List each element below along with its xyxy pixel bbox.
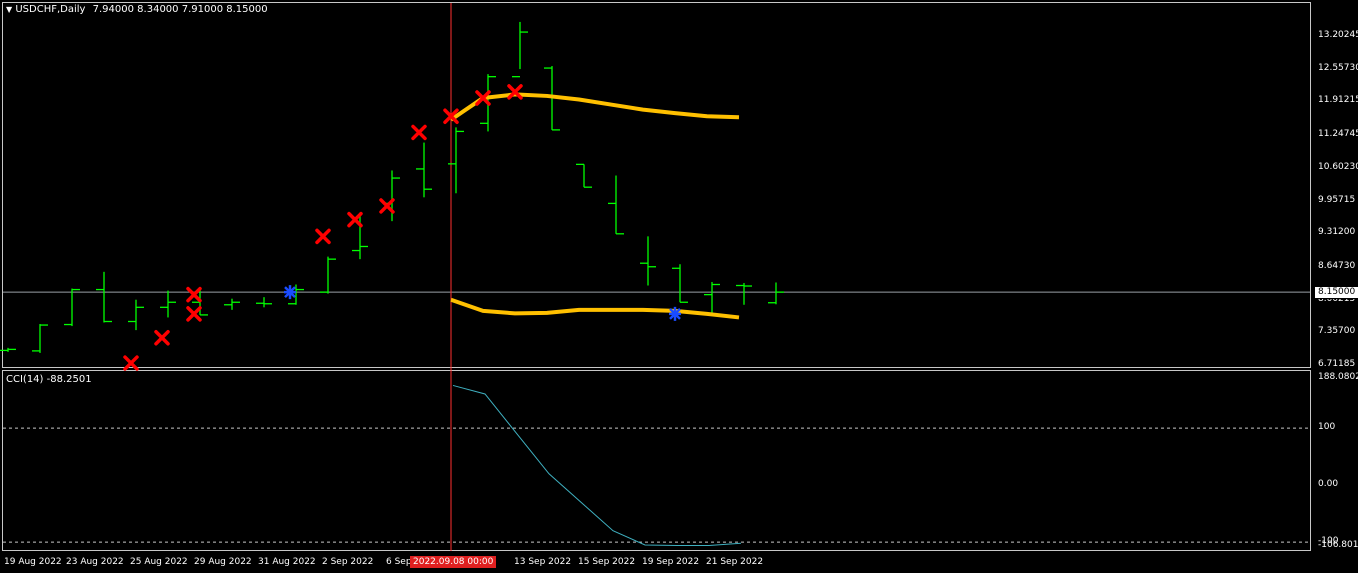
buy-signal-marker — [284, 285, 296, 300]
price-axis-label: 11.91215 — [1318, 95, 1358, 106]
price-axis-label: 7.35700 — [1318, 326, 1356, 337]
ohlc-bar — [736, 282, 752, 305]
symbol-label: USDCHF,Daily — [15, 4, 86, 15]
ohlc-bar — [160, 290, 176, 318]
time-axis-label: 29 Aug 2022 — [194, 557, 252, 567]
ohlc-bar — [608, 175, 624, 235]
ohlc-bar — [256, 297, 272, 308]
time-axis-label: 6 Sep — [386, 557, 412, 567]
ohlc-bar — [576, 163, 592, 188]
ohlc-bar — [96, 271, 112, 323]
sell-signal-marker — [315, 228, 331, 245]
price-axis-label: 9.95715 — [1318, 194, 1356, 205]
sell-signal-marker — [186, 306, 202, 322]
sell-signal-marker — [347, 211, 363, 228]
time-axis-label: 15 Sep 2022 — [578, 557, 636, 567]
cci-title: CCI(14) -88.2501 — [6, 374, 92, 385]
ohlc-bar — [0, 347, 16, 352]
cci-axis-label: 188.0802 — [1318, 372, 1358, 382]
ohlc-bar — [224, 298, 240, 310]
triangle-down-icon[interactable]: ▼ — [6, 5, 12, 14]
sell-signal-marker — [123, 355, 139, 371]
ohlc-bar — [704, 281, 720, 315]
ohlc-bar — [320, 256, 336, 294]
ohlc-bar — [640, 236, 656, 286]
price-axis-label: 6.71185 — [1318, 359, 1356, 369]
ohlc-bar — [128, 299, 144, 331]
price-axis-label: 10.60230 — [1318, 161, 1358, 172]
crosshair-date-tag: 2022.09.08 00:00 — [410, 556, 497, 568]
time-axis-label: 19 Sep 2022 — [642, 557, 700, 567]
time-axis-label: 19 Aug 2022 — [4, 557, 62, 567]
chart-header: ▼ USDCHF,Daily 7.94000 8.34000 7.91000 8… — [6, 4, 268, 15]
price-axis-label: 8.64730 — [1318, 260, 1356, 271]
ohlc-bar — [32, 324, 48, 353]
buy-signal-marker — [669, 306, 681, 321]
time-axis-label: 23 Aug 2022 — [66, 557, 124, 567]
ohlc-bar — [672, 264, 688, 303]
chart-canvas — [0, 3, 1310, 551]
ma-lower-line — [450, 297, 740, 320]
ma-upper-line — [449, 92, 740, 122]
sell-signal-marker — [186, 286, 202, 303]
time-axis-label: 2 Sep 2022 — [322, 557, 374, 567]
ohlc-bar — [416, 142, 432, 198]
cci-line — [452, 384, 742, 547]
time-axis-label: 13 Sep 2022 — [514, 557, 572, 567]
ohlc-bar — [512, 21, 528, 78]
price-axis-label: 12.55730 — [1318, 62, 1358, 73]
ohlc-bar — [448, 127, 464, 194]
cci-axis-label: -106.8011 — [1318, 540, 1358, 550]
ohlc-bar — [64, 288, 80, 327]
time-axis-label: 21 Sep 2022 — [706, 557, 764, 567]
time-axis-label: 25 Aug 2022 — [130, 557, 188, 567]
ohlc-bar — [768, 282, 784, 305]
price-axis-label: 9.31200 — [1318, 227, 1356, 238]
price-axis-label: 13.20245 — [1318, 30, 1358, 40]
sell-signal-marker — [379, 198, 395, 214]
ohlc-values: 7.94000 8.34000 7.91000 8.15000 — [92, 4, 268, 15]
time-axis-label: 31 Aug 2022 — [258, 557, 316, 567]
sell-signal-marker — [411, 124, 427, 141]
cci-axis-label: 100 — [1318, 422, 1336, 433]
sell-signal-marker — [154, 329, 170, 346]
ohlc-bar — [384, 170, 400, 222]
price-axis-label: 11.24745 — [1318, 129, 1358, 140]
current-price-tag: 8.15000 — [1314, 286, 1358, 299]
cci-axis-label: 0.00 — [1318, 479, 1339, 490]
